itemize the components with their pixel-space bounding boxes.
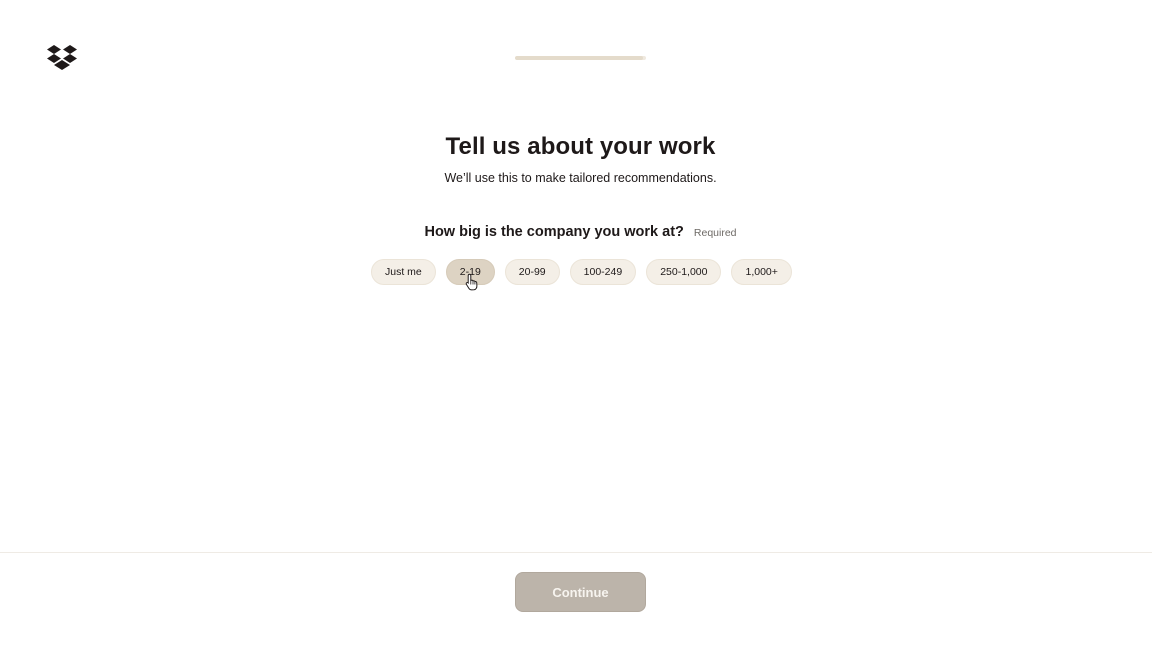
company-size-options: Just me 2-19 20-99 100-249 250-1,000 1,0… — [371, 259, 792, 285]
option-1000-plus[interactable]: 1,000+ — [731, 259, 792, 285]
option-20-99[interactable]: 20-99 — [504, 259, 560, 285]
footer-divider — [0, 552, 1152, 553]
progress-bar — [515, 56, 646, 60]
progress-bar-fill — [515, 56, 644, 60]
required-label: Required — [693, 227, 737, 239]
page-subtitle: We’ll use this to make tailored recommen… — [444, 171, 717, 185]
option-100-249[interactable]: 100-249 — [569, 259, 637, 285]
page-title: Tell us about your work — [445, 133, 716, 160]
hand-pointer-cursor-icon — [465, 273, 479, 291]
question-label: How big is the company you work at? — [424, 224, 684, 240]
dropbox-logo-icon[interactable] — [46, 44, 78, 72]
continue-button[interactable]: Continue — [515, 572, 646, 612]
option-250-1000[interactable]: 250-1,000 — [646, 259, 722, 285]
option-just-me[interactable]: Just me — [371, 259, 436, 285]
onboarding-page: Tell us about your work We’ll use this t… — [0, 0, 1152, 648]
question-header: How big is the company you work at? Requ… — [0, 224, 1152, 240]
